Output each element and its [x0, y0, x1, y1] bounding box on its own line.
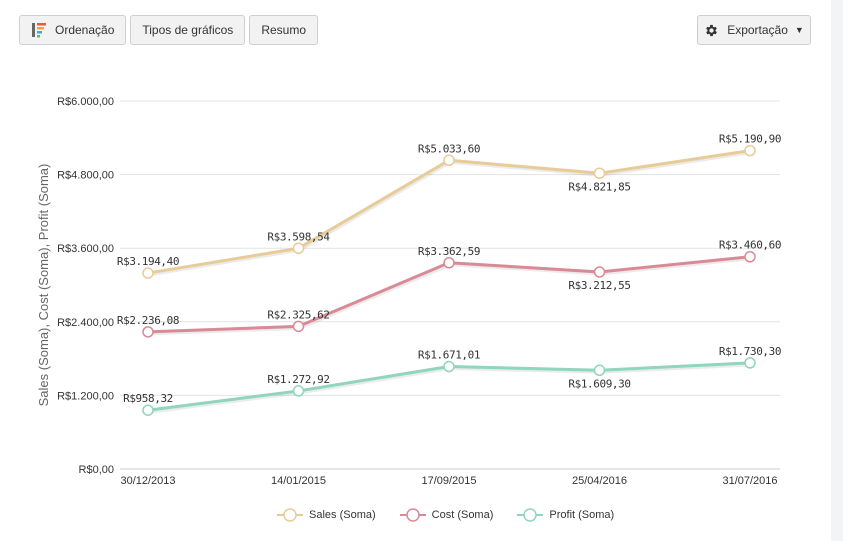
- y-axis-title: Sales (Soma), Cost (Soma), Profit (Soma): [36, 164, 51, 407]
- data-point: [593, 167, 606, 180]
- data-label: R$2.236,08: [117, 314, 179, 327]
- right-scroll-strip: [831, 0, 843, 541]
- legend-marker: [399, 508, 426, 522]
- legend-item[interactable]: Sales (Soma): [277, 507, 376, 523]
- data-label: R$1.609,30: [568, 377, 630, 390]
- data-point: [292, 242, 305, 255]
- legend-label: Cost (Soma): [431, 509, 494, 521]
- y-tick-label: R$3.600,00: [57, 243, 114, 255]
- data-label: R$2.325,62: [267, 308, 329, 321]
- x-tick-label: 31/07/2016: [722, 475, 777, 487]
- data-label: R$1.730,30: [719, 345, 781, 358]
- data-point: [292, 385, 305, 397]
- legend-label: Profit (Soma): [549, 509, 615, 521]
- legend-marker: [277, 508, 303, 522]
- x-tick-label: 30/12/2013: [120, 475, 175, 487]
- data-point: [443, 257, 455, 269]
- data-label: R$3.362,59: [418, 245, 480, 258]
- legend-marker-circle: [405, 508, 420, 522]
- data-point: [744, 250, 756, 263]
- data-point: [142, 404, 154, 416]
- data-label: R$3.460,60: [719, 239, 781, 252]
- data-label: R$1.272,92: [267, 373, 329, 386]
- data-point: [443, 360, 455, 373]
- legend-marker-circle: [283, 508, 297, 522]
- data-label: R$4.821,85: [568, 180, 630, 193]
- x-tick-label: 17/09/2015: [421, 475, 476, 487]
- data-label: R$5.033,60: [418, 142, 480, 155]
- data-point: [744, 357, 756, 369]
- data-label: R$3.194,40: [117, 255, 179, 268]
- data-point: [593, 364, 606, 377]
- data-label: R$1.671,01: [418, 349, 480, 362]
- y-tick-label: R$6.000,00: [57, 96, 114, 108]
- legend-item[interactable]: Cost (Soma): [399, 507, 494, 523]
- y-tick-label: R$4.800,00: [57, 170, 114, 182]
- y-tick-label: R$2.400,00: [57, 317, 114, 329]
- x-tick-label: 14/01/2015: [271, 475, 326, 487]
- legend-label: Sales (Soma): [309, 509, 376, 521]
- data-label: R$958,32: [123, 392, 173, 405]
- data-point: [744, 144, 756, 157]
- data-point: [142, 326, 154, 338]
- line-chart: R$0,00 R$1.200,00 R$2.400,00 R$3.600,00 R$4.…: [36, 96, 782, 487]
- x-tick-label: 25/04/2016: [572, 475, 627, 487]
- legend-marker: [517, 508, 544, 522]
- data-point: [142, 267, 154, 279]
- data-point: [593, 266, 606, 278]
- data-label: R$3.212,55: [568, 279, 630, 292]
- legend-marker-circle: [523, 508, 538, 522]
- data-point: [292, 320, 305, 333]
- data-label: R$5.190,90: [719, 133, 781, 146]
- legend-item[interactable]: Profit (Soma): [517, 507, 614, 523]
- chart-legend: Sales (Soma) Cost (Soma) Profit (Soma): [277, 507, 638, 523]
- data-point: [443, 154, 455, 167]
- y-tick-label: R$1.200,00: [57, 390, 114, 402]
- data-label: R$3.598,54: [267, 230, 330, 243]
- y-tick-label: R$0,00: [79, 464, 114, 476]
